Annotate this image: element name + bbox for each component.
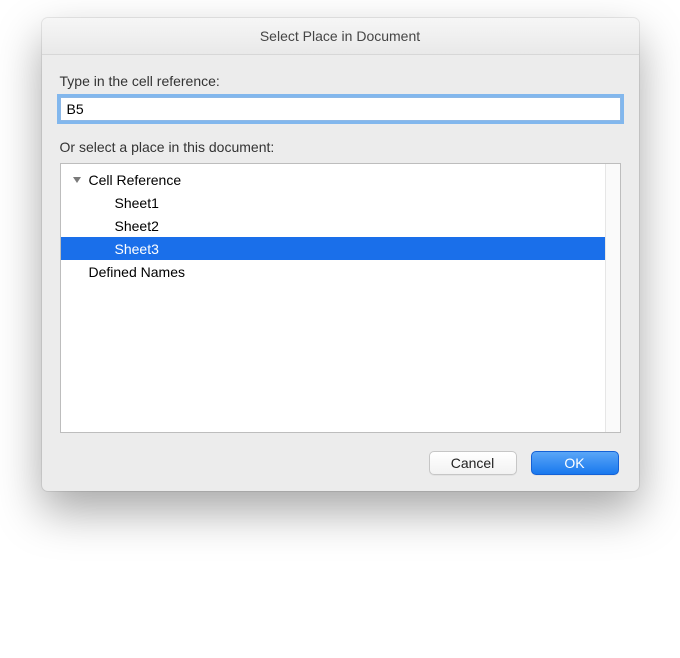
tree-group-defined-names-label: Defined Names xyxy=(89,264,186,280)
dialog-content: Type in the cell reference: Or select a … xyxy=(42,55,639,491)
tree-item-sheet3-label: Sheet3 xyxy=(115,241,159,257)
tree-group-cell-reference[interactable]: Cell Reference xyxy=(61,168,605,191)
cell-reference-input-wrap xyxy=(60,97,621,121)
cancel-button[interactable]: Cancel xyxy=(429,451,517,475)
tree-item-sheet3[interactable]: Sheet3 xyxy=(61,237,605,260)
cell-reference-input[interactable] xyxy=(60,97,621,121)
vertical-scrollbar[interactable] xyxy=(605,164,621,432)
triangle-down-icon[interactable] xyxy=(71,174,83,186)
dialog-select-place: Select Place in Document Type in the cel… xyxy=(42,18,639,491)
tree-item-sheet2-label: Sheet2 xyxy=(115,218,159,234)
place-tree[interactable]: Cell Reference Sheet1 Sheet2 Sheet3 Defi… xyxy=(61,164,605,432)
tree-group-cell-reference-label: Cell Reference xyxy=(89,172,182,188)
window-title: Select Place in Document xyxy=(260,28,420,44)
tree-item-sheet1[interactable]: Sheet1 xyxy=(61,191,605,214)
ok-button[interactable]: OK xyxy=(531,451,619,475)
or-select-label: Or select a place in this document: xyxy=(60,139,621,155)
tree-item-sheet1-label: Sheet1 xyxy=(115,195,159,211)
tree-group-defined-names[interactable]: Defined Names xyxy=(61,260,605,283)
dialog-buttons: Cancel OK xyxy=(60,451,621,475)
titlebar: Select Place in Document xyxy=(42,18,639,55)
tree-item-sheet2[interactable]: Sheet2 xyxy=(61,214,605,237)
cell-reference-label: Type in the cell reference: xyxy=(60,73,621,89)
place-tree-container: Cell Reference Sheet1 Sheet2 Sheet3 Defi… xyxy=(60,163,621,433)
